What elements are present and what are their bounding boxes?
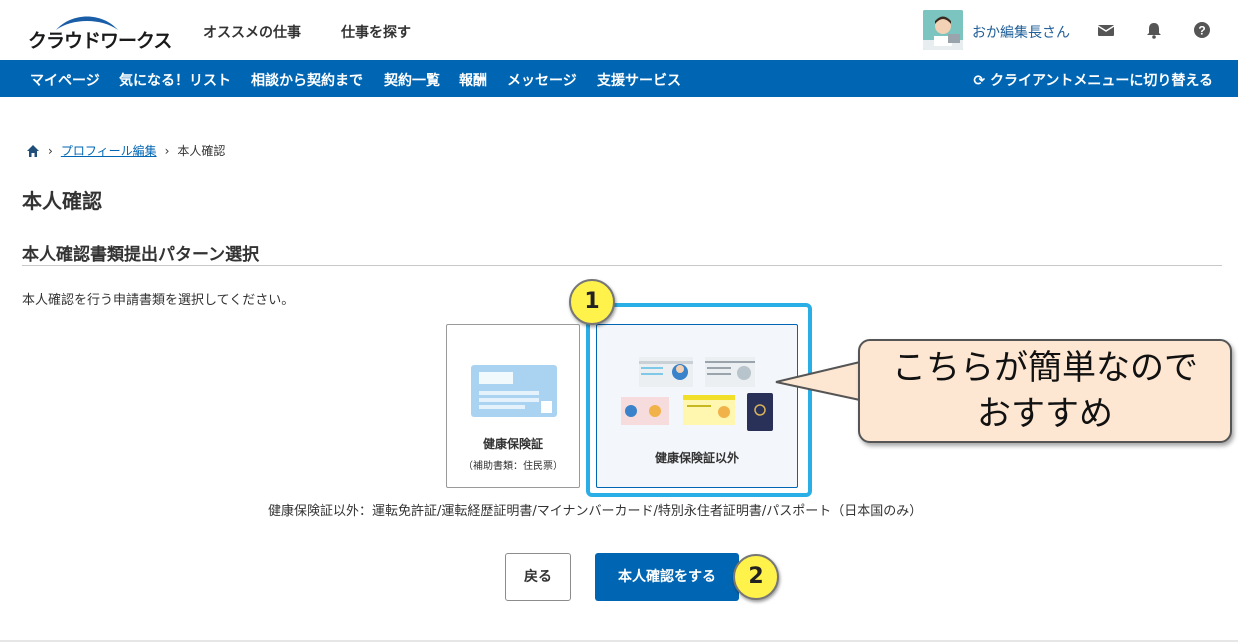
- crowdworks-logo[interactable]: クラウドワークス: [28, 10, 172, 52]
- top-header: クラウドワークス オススメの仕事 仕事を探す おか編集長さん ?: [0, 0, 1238, 60]
- description-text: 本人確認を行う申請書類を選択してください。: [22, 293, 295, 308]
- health-insurance-card-icon: [471, 365, 557, 417]
- help-icon[interactable]: ?: [1192, 20, 1212, 40]
- switch-client-menu-button[interactable]: ⟳ クライアントメニューに切り替える: [973, 70, 1213, 90]
- option-health-insurance-sub: （補助書類：住民票）: [463, 461, 563, 472]
- mail-icon[interactable]: [1096, 20, 1116, 40]
- step-badge-1: 1: [569, 279, 615, 325]
- back-button[interactable]: 戻る: [505, 553, 571, 601]
- breadcrumb-profile-edit[interactable]: プロフィール編集: [61, 142, 157, 159]
- callout-line-1: こちらが簡単なので: [892, 348, 1198, 388]
- nav-mypage[interactable]: マイページ: [30, 70, 100, 90]
- user-name[interactable]: おか編集長さん: [972, 22, 1070, 42]
- chevron-right-icon: ›: [48, 143, 53, 158]
- svg-text:?: ?: [1198, 24, 1205, 38]
- recommend-callout: こちらが簡単なので おすすめ: [858, 339, 1232, 443]
- chevron-right-icon: ›: [164, 143, 170, 158]
- breadcrumb: › プロフィール編集 › 本人確認: [26, 142, 225, 159]
- nav-find-jobs[interactable]: 仕事を探す: [341, 22, 411, 42]
- page-title: 本人確認: [22, 189, 102, 213]
- section-title: 本人確認書類提出パターン選択: [22, 245, 260, 265]
- section-divider: [22, 265, 1222, 266]
- document-list-note: 健康保険証以外：運転免許証/運転経歴証明書/マイナンバーカード/特別永住者証明書…: [268, 504, 923, 519]
- bell-icon[interactable]: [1144, 20, 1164, 40]
- nav-consult-to-contract[interactable]: 相談から契約まで: [251, 70, 363, 90]
- nav-recommended-jobs[interactable]: オススメの仕事: [203, 22, 301, 42]
- logo-text: クラウドワークス: [28, 30, 172, 52]
- breadcrumb-current: 本人確認: [177, 144, 226, 158]
- verify-identity-button[interactable]: 本人確認をする: [595, 553, 739, 601]
- refresh-icon: ⟳: [973, 73, 986, 89]
- nav-favorites[interactable]: 気になる！リスト: [119, 70, 231, 90]
- nav-messages[interactable]: メッセージ: [507, 70, 577, 90]
- nav-rewards[interactable]: 報酬: [459, 70, 487, 90]
- option-health-insurance-card[interactable]: 健康保険証 （補助書類：住民票）: [446, 324, 580, 488]
- avatar[interactable]: [923, 10, 963, 50]
- home-icon[interactable]: [26, 144, 40, 158]
- switch-client-menu-label: クライアントメニューに切り替える: [989, 73, 1213, 89]
- callout-line-2: おすすめ: [977, 394, 1113, 434]
- callout-tail: [775, 361, 861, 401]
- nav-support-services[interactable]: 支援サービス: [597, 70, 681, 90]
- nav-contracts[interactable]: 契約一覧: [384, 70, 440, 90]
- main-nav-bar: マイページ 気になる！リスト 相談から契約まで 契約一覧 報酬 メッセージ 支援…: [0, 60, 1238, 97]
- step-badge-2: 2: [733, 554, 779, 600]
- option-health-insurance-label: 健康保険証: [482, 437, 543, 451]
